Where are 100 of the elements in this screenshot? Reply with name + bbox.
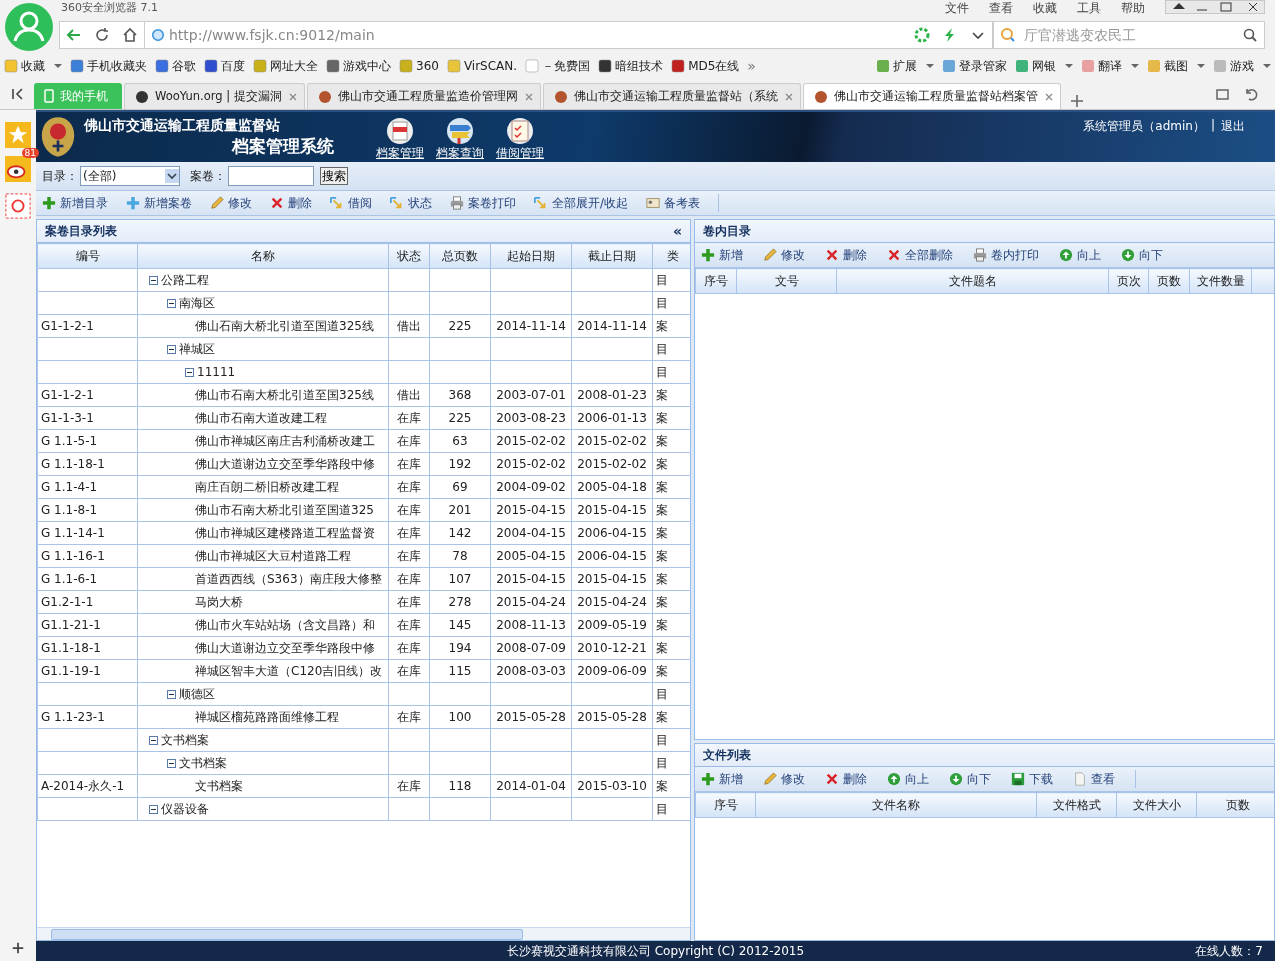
bookmark-link[interactable]: 游戏中心 (343, 57, 391, 75)
column-header[interactable]: 文件数量 (1189, 268, 1252, 294)
collapse-button[interactable]: « (672, 223, 682, 239)
collapse-icon[interactable] (149, 735, 158, 745)
column-header[interactable]: 文件名称 (755, 792, 1037, 818)
nav-link[interactable]: 档案管理 (376, 145, 424, 162)
extension-button[interactable]: 扩展 (893, 57, 917, 75)
toolbar-button[interactable]: 新增 (701, 246, 743, 264)
logout-link[interactable]: 退出 (1221, 118, 1245, 135)
tree-node[interactable]: 文书档案 (179, 754, 227, 772)
caret-icon[interactable] (1197, 62, 1205, 70)
add-icon[interactable] (11, 941, 25, 955)
toolbar-button[interactable]: 删除 (825, 770, 867, 788)
column-header[interactable]: 截止日期 (571, 243, 653, 269)
menu-item[interactable]: 文件 (945, 0, 969, 17)
menu-item[interactable]: 收藏 (1033, 0, 1057, 17)
search-field[interactable]: 厅官潜逃变农民工 (993, 21, 1265, 49)
toolbar-button[interactable]: 新增 (701, 770, 743, 788)
address-bar[interactable]: http://www.fsjk.cn:9012/main (145, 21, 993, 49)
bookmark-link[interactable]: VirSCAN. (463, 59, 518, 73)
column-header[interactable]: 页数 (1196, 792, 1274, 818)
column-header[interactable]: 序号 (695, 268, 737, 294)
toolbar-button[interactable]: 全部删除 (887, 246, 953, 264)
column-header[interactable]: 编号 (37, 243, 138, 269)
column-header[interactable]: 页次 (1108, 268, 1149, 294)
toolbar-button[interactable]: 查看 (1073, 770, 1115, 788)
collapse-icon[interactable] (167, 344, 176, 354)
directory-select[interactable]: (全部) (80, 166, 180, 186)
refresh-icon[interactable] (94, 27, 110, 43)
caret-icon[interactable] (1131, 62, 1139, 70)
signpost-icon[interactable] (446, 117, 474, 145)
caret-icon[interactable] (1065, 62, 1073, 70)
close-icon[interactable] (783, 91, 794, 102)
toolbar-button[interactable]: 借阅 (330, 194, 372, 212)
toolbar-button[interactable]: 修改 (763, 246, 805, 264)
checklist-icon[interactable] (506, 117, 534, 145)
browser-tab[interactable]: 佛山市交通工程质量监造价管理网 (306, 83, 541, 109)
extension-button[interactable]: 游戏 (1230, 57, 1254, 75)
toolbar-button[interactable]: 向下 (949, 770, 991, 788)
collapse-icon[interactable] (167, 758, 176, 768)
column-header[interactable]: 文件题名 (836, 268, 1109, 294)
close-icon[interactable] (523, 91, 534, 102)
toolbar-button[interactable]: 修改 (763, 770, 805, 788)
bookmark-link[interactable]: 收藏 (21, 57, 45, 75)
collapse-icon[interactable] (167, 298, 176, 308)
horizontal-scrollbar[interactable] (37, 927, 690, 940)
nav-link[interactable]: 档案查询 (436, 145, 484, 162)
tree-node[interactable]: 南海区 (179, 294, 215, 312)
extension-button[interactable]: 登录管家 (959, 57, 1007, 75)
column-header[interactable]: 页数 (1148, 268, 1190, 294)
caret-icon[interactable] (1263, 62, 1271, 70)
toolbar-button[interactable]: 卷内打印 (973, 246, 1039, 264)
collapse-icon[interactable] (149, 804, 158, 814)
column-header[interactable]: 序号 (695, 792, 756, 818)
extension-button[interactable]: 截图 (1164, 57, 1188, 75)
nav-link[interactable]: 借阅管理 (496, 145, 544, 162)
bookmark-link[interactable]: －免费国 (542, 57, 591, 75)
column-header[interactable]: 总页数 (429, 243, 491, 269)
home-icon[interactable] (122, 27, 138, 43)
column-header[interactable]: 状态 (388, 243, 430, 269)
volume-field[interactable] (228, 166, 314, 186)
toolbar-button[interactable]: 删除 (825, 246, 867, 264)
menu-item[interactable]: 工具 (1077, 0, 1101, 17)
bookmark-link[interactable]: 手机收藏夹 (87, 57, 147, 75)
column-header[interactable]: 文号 (736, 268, 837, 294)
browser-tab[interactable]: 佛山市交通运输工程质量监督站档案管 (802, 83, 1061, 109)
tree-node[interactable]: 禅城区 (179, 340, 215, 358)
close-icon[interactable] (1043, 91, 1054, 102)
window-controls-icon[interactable] (1165, 0, 1265, 14)
toolbar-button[interactable]: 新增案卷 (126, 194, 192, 212)
bookmark-link[interactable]: 谷歌 (172, 57, 196, 75)
column-header[interactable]: 类 (652, 243, 690, 269)
toolbar-button[interactable]: 状态 (390, 194, 432, 212)
tree-node[interactable]: 文书档案 (161, 731, 209, 749)
column-header[interactable]: 名称 (137, 243, 389, 269)
toolbar-button[interactable]: 向上 (887, 770, 929, 788)
toolbar-button[interactable]: 案卷打印 (450, 194, 516, 212)
tree-node[interactable]: 顺德区 (179, 685, 215, 703)
toolbar-button[interactable]: 下载 (1011, 770, 1053, 788)
close-icon[interactable] (287, 91, 298, 102)
windows-icon[interactable] (1215, 86, 1231, 102)
column-header[interactable]: 文件大小 (1116, 792, 1197, 818)
collapse-icon[interactable] (149, 275, 158, 285)
search-icon[interactable] (1242, 27, 1258, 43)
toolbar-button[interactable]: 全部展开/收起 (534, 194, 629, 212)
tab-scroll-icon[interactable] (10, 86, 26, 102)
column-header[interactable]: 文件格式 (1036, 792, 1117, 818)
pdf-document-icon[interactable] (386, 117, 414, 145)
toolbar-button[interactable]: 备考表 (646, 194, 701, 212)
tree-node[interactable]: 仪器设备 (161, 800, 209, 818)
toolbar-button[interactable]: 删除 (270, 194, 312, 212)
column-header[interactable]: 起始日期 (490, 243, 572, 269)
dropdown-caret-icon[interactable] (165, 169, 179, 183)
undo-icon[interactable] (1243, 86, 1259, 102)
bookmark-link[interactable]: 网址大全 (270, 57, 318, 75)
menu-item[interactable]: 帮助 (1121, 0, 1145, 17)
menu-item[interactable]: 查看 (989, 0, 1013, 17)
bookmark-link[interactable]: MD5在线 (688, 57, 740, 75)
extension-button[interactable]: 翻译 (1098, 57, 1122, 75)
toolbar-button[interactable]: 修改 (210, 194, 252, 212)
